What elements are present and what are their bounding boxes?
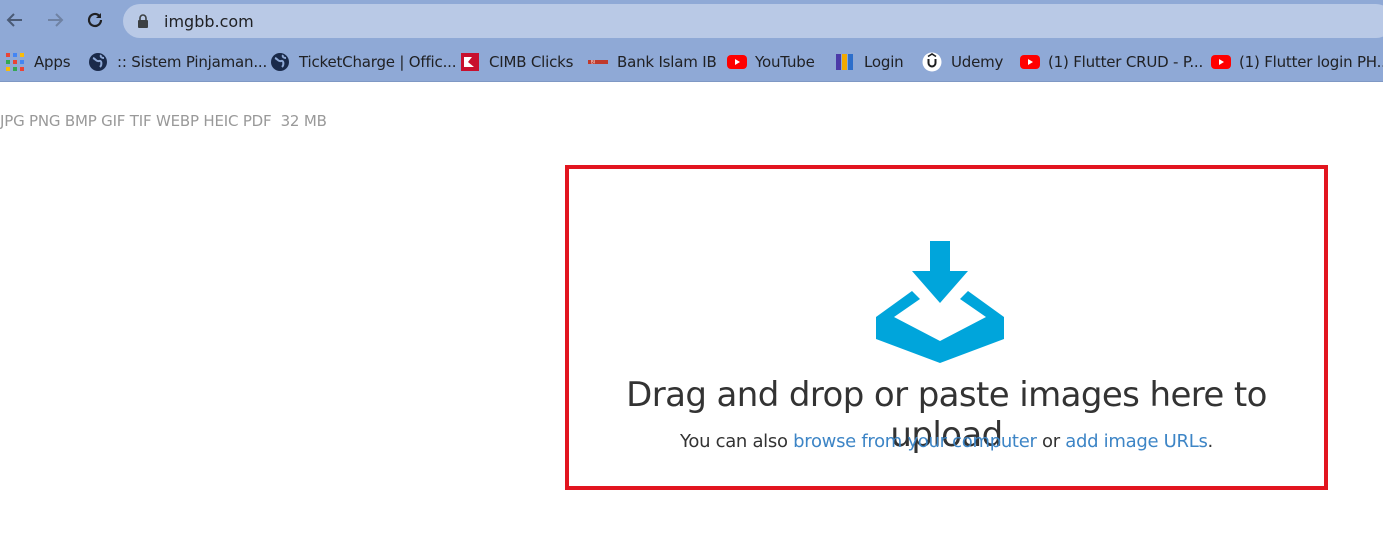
url-text: imgbb.com [164, 12, 254, 31]
globe-icon [88, 52, 108, 72]
lock-icon [138, 14, 148, 28]
back-arrow-icon [6, 13, 22, 27]
cimb-icon [460, 52, 480, 72]
apps-grid-icon [5, 52, 25, 72]
bookmarks-bar: Apps :: Sistem Pinjaman... TicketCharge … [0, 42, 1383, 82]
back-button[interactable] [2, 7, 28, 33]
bookmark-youtube[interactable]: YouTube [726, 42, 815, 82]
browser-toolbar: imgbb.com [0, 0, 1383, 42]
browse-computer-link[interactable]: browse from your computer [793, 431, 1037, 452]
bank-islam-icon: BI [588, 52, 608, 72]
login-icon [835, 52, 855, 72]
youtube-icon [1210, 52, 1231, 72]
bookmark-ticketcharge[interactable]: TicketCharge | Offic... [270, 42, 456, 82]
subtitle-prefix: You can also [680, 431, 788, 452]
bookmark-udemy[interactable]: Udemy [922, 42, 1003, 82]
allowed-formats: JPG PNG BMP GIF TIF WEBP HEIC PDF 32 MB [0, 112, 327, 130]
max-file-size: 32 MB [280, 112, 327, 130]
upload-dropzone[interactable]: Drag and drop or paste images here to up… [565, 165, 1328, 490]
bookmark-apps[interactable]: Apps [5, 42, 71, 82]
reload-icon [87, 12, 103, 28]
bookmark-sistem-pinjaman[interactable]: :: Sistem Pinjaman... [88, 42, 267, 82]
format-list: JPG PNG BMP GIF TIF WEBP HEIC PDF [0, 112, 272, 130]
youtube-icon [1019, 52, 1040, 72]
reload-button[interactable] [82, 7, 108, 33]
globe-icon [270, 52, 290, 72]
bookmark-cimb-clicks[interactable]: CIMB Clicks [460, 42, 573, 82]
upload-tray-icon [876, 241, 1004, 363]
bookmark-bank-islam[interactable]: BI Bank Islam IB [588, 42, 717, 82]
udemy-icon [922, 52, 942, 72]
forward-button[interactable] [42, 7, 68, 33]
youtube-icon [726, 52, 747, 72]
svg-text:BI: BI [591, 60, 595, 65]
address-bar[interactable]: imgbb.com [123, 4, 1383, 38]
bookmark-flutter-crud[interactable]: (1) Flutter CRUD - P... [1019, 42, 1203, 82]
bookmark-login[interactable]: Login [835, 42, 904, 82]
forward-arrow-icon [48, 13, 64, 27]
subtitle-or: or [1042, 431, 1060, 452]
subtitle-period: . [1207, 431, 1214, 452]
add-image-urls-link[interactable]: add image URLs [1065, 431, 1208, 452]
bookmark-flutter-login[interactable]: (1) Flutter login PH... [1210, 42, 1383, 82]
dropzone-subtitle: You can also browse from your computer o… [569, 431, 1324, 452]
